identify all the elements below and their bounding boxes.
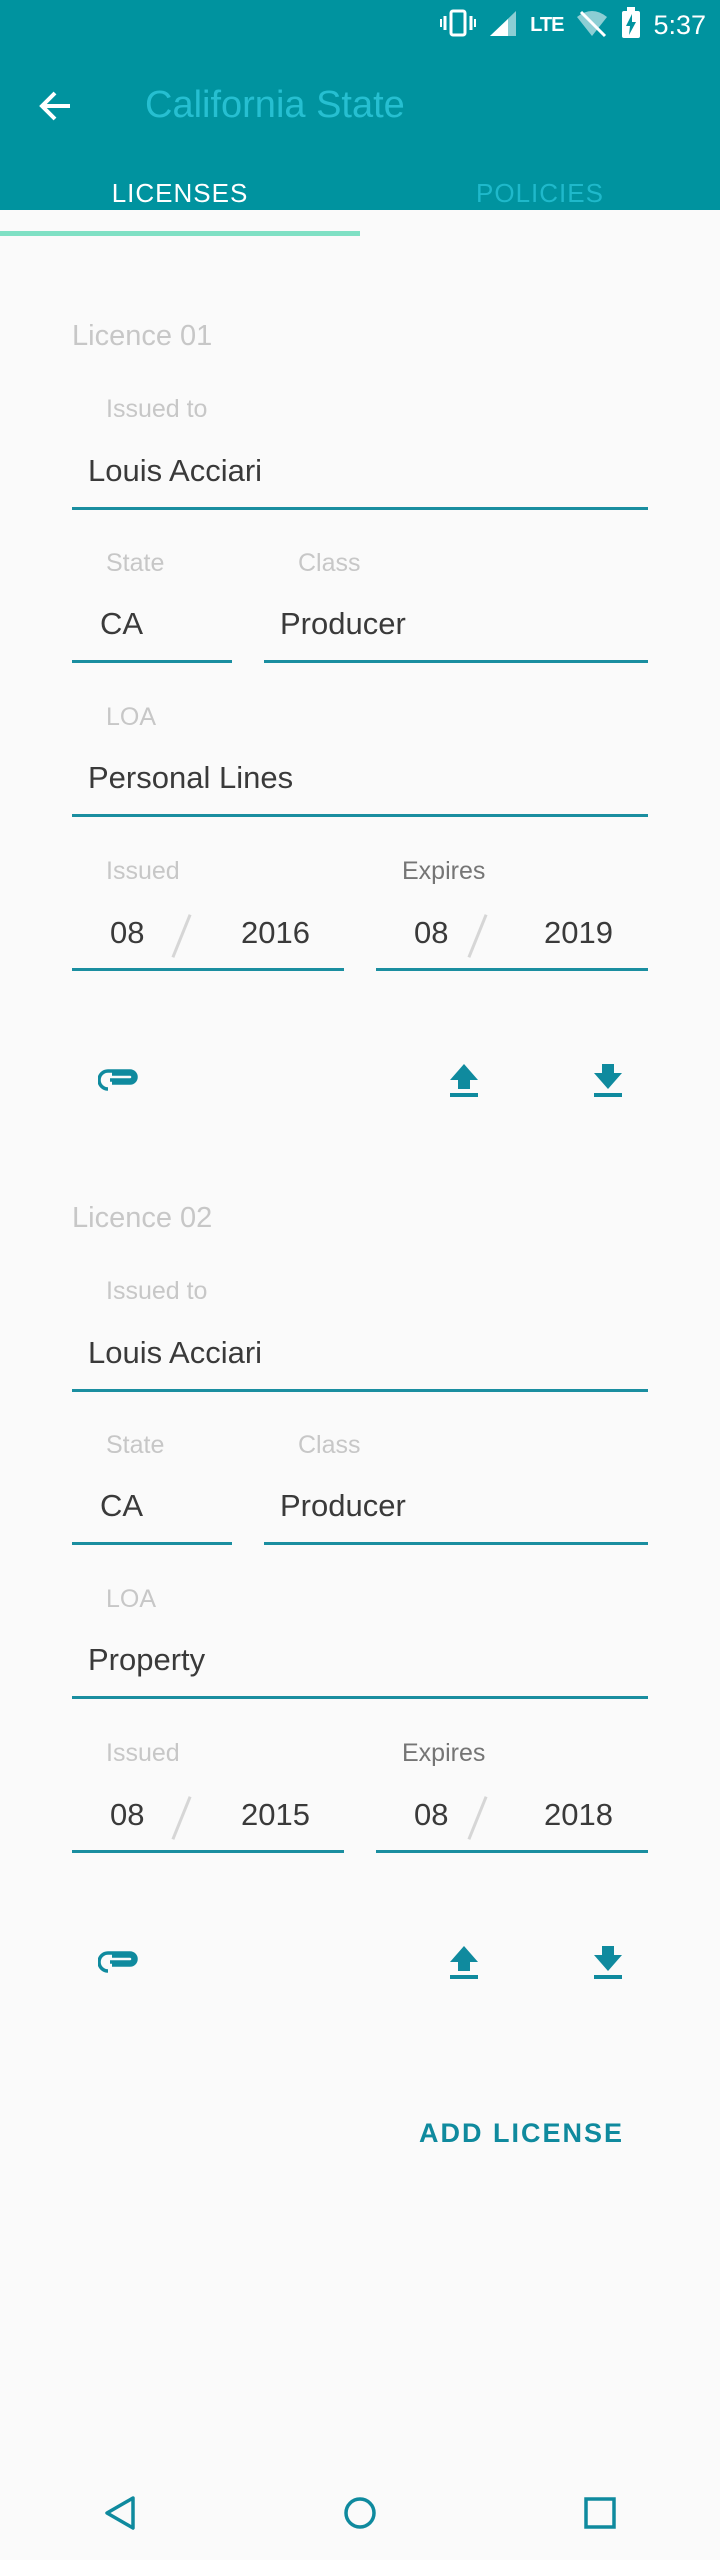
loa-label: LOA (106, 1585, 157, 1613)
state-label: State (106, 549, 165, 577)
issued-to-label: Issued to (106, 395, 208, 423)
date-separator (171, 1796, 192, 1840)
expires-month-field[interactable]: 08 (414, 915, 448, 951)
class-underline (264, 1542, 648, 1545)
upload-icon (448, 1944, 480, 1985)
status-icons: LTE 5:37 (440, 6, 706, 44)
vibrate-icon (440, 8, 477, 43)
expires-month-field[interactable]: 08 (414, 1797, 448, 1833)
battery-charging-icon (621, 6, 641, 44)
attach-button[interactable] (90, 1934, 150, 1994)
page-title: California State (145, 84, 405, 126)
loa-field[interactable]: Property (88, 1642, 205, 1678)
nav-recents-button[interactable] (560, 2475, 640, 2555)
class-field[interactable]: Producer (280, 606, 406, 642)
date-separator (467, 1796, 488, 1840)
loa-underline (72, 1696, 648, 1699)
tab-licenses[interactable]: LICENSES (0, 162, 360, 236)
triangle-back-icon (103, 2495, 137, 2536)
class-field[interactable]: Producer (280, 1488, 406, 1524)
license-title: Licence 02 (72, 1202, 213, 1234)
expires-underline (376, 1850, 648, 1853)
issued-year-field[interactable]: 2015 (241, 1797, 310, 1833)
class-label: Class (298, 1431, 361, 1459)
back-button[interactable] (30, 82, 82, 134)
loa-underline (72, 814, 648, 817)
issued-to-field[interactable]: Louis Acciari (88, 453, 262, 489)
expires-label: Expires (402, 857, 486, 885)
loa-field[interactable]: Personal Lines (88, 760, 293, 796)
loa-label: LOA (106, 703, 157, 731)
state-underline (72, 1542, 232, 1545)
date-separator (171, 914, 192, 958)
upload-button[interactable] (434, 1934, 494, 1994)
issued-to-label: Issued to (106, 1277, 208, 1305)
expires-year-field[interactable]: 2019 (544, 915, 613, 951)
expires-underline (376, 968, 648, 971)
issued-year-field[interactable]: 2016 (241, 915, 310, 951)
date-separator (467, 914, 488, 958)
square-recents-icon (583, 2496, 617, 2535)
download-icon (592, 1944, 624, 1985)
expires-year-field[interactable]: 2018 (544, 1797, 613, 1833)
issued-label: Issued (106, 1739, 180, 1767)
state-field[interactable]: CA (100, 1488, 143, 1524)
signal-icon (488, 9, 518, 42)
attach-button[interactable] (90, 1052, 150, 1112)
issued-underline (72, 1850, 344, 1853)
nav-home-button[interactable] (320, 2475, 400, 2555)
class-label: Class (298, 549, 361, 577)
download-button[interactable] (578, 1934, 638, 1994)
arrow-left-icon (38, 88, 74, 129)
paperclip-icon (97, 1068, 142, 1097)
issued-label: Issued (106, 857, 180, 885)
paperclip-icon (97, 1950, 142, 1979)
app-bar: California State LICENSES POLICIES (0, 50, 720, 236)
issued-underline (72, 968, 344, 971)
upload-button[interactable] (434, 1052, 494, 1112)
circle-home-icon (342, 2495, 378, 2536)
issued-to-underline (72, 507, 648, 510)
state-label: State (106, 1431, 165, 1459)
wifi-off-icon (575, 8, 609, 43)
system-nav-bar (0, 2470, 720, 2560)
issued-month-field[interactable]: 08 (110, 1797, 144, 1833)
download-button[interactable] (578, 1052, 638, 1112)
network-type: LTE (530, 13, 564, 36)
download-icon (592, 1062, 624, 1103)
upload-icon (448, 1062, 480, 1103)
issued-month-field[interactable]: 08 (110, 915, 144, 951)
add-license-button[interactable]: ADD LICENSE (419, 2118, 624, 2149)
state-underline (72, 660, 232, 663)
status-bar: LTE 5:37 (0, 0, 720, 50)
license-title: Licence 01 (72, 320, 213, 352)
tab-policies[interactable]: POLICIES (360, 162, 720, 224)
issued-to-underline (72, 1389, 648, 1392)
state-field[interactable]: CA (100, 606, 143, 642)
nav-back-button[interactable] (80, 2475, 160, 2555)
class-underline (264, 660, 648, 663)
expires-label: Expires (402, 1739, 486, 1767)
clock: 5:37 (653, 9, 706, 40)
issued-to-field[interactable]: Louis Acciari (88, 1335, 262, 1371)
tab-bar: LICENSES POLICIES (0, 162, 720, 236)
